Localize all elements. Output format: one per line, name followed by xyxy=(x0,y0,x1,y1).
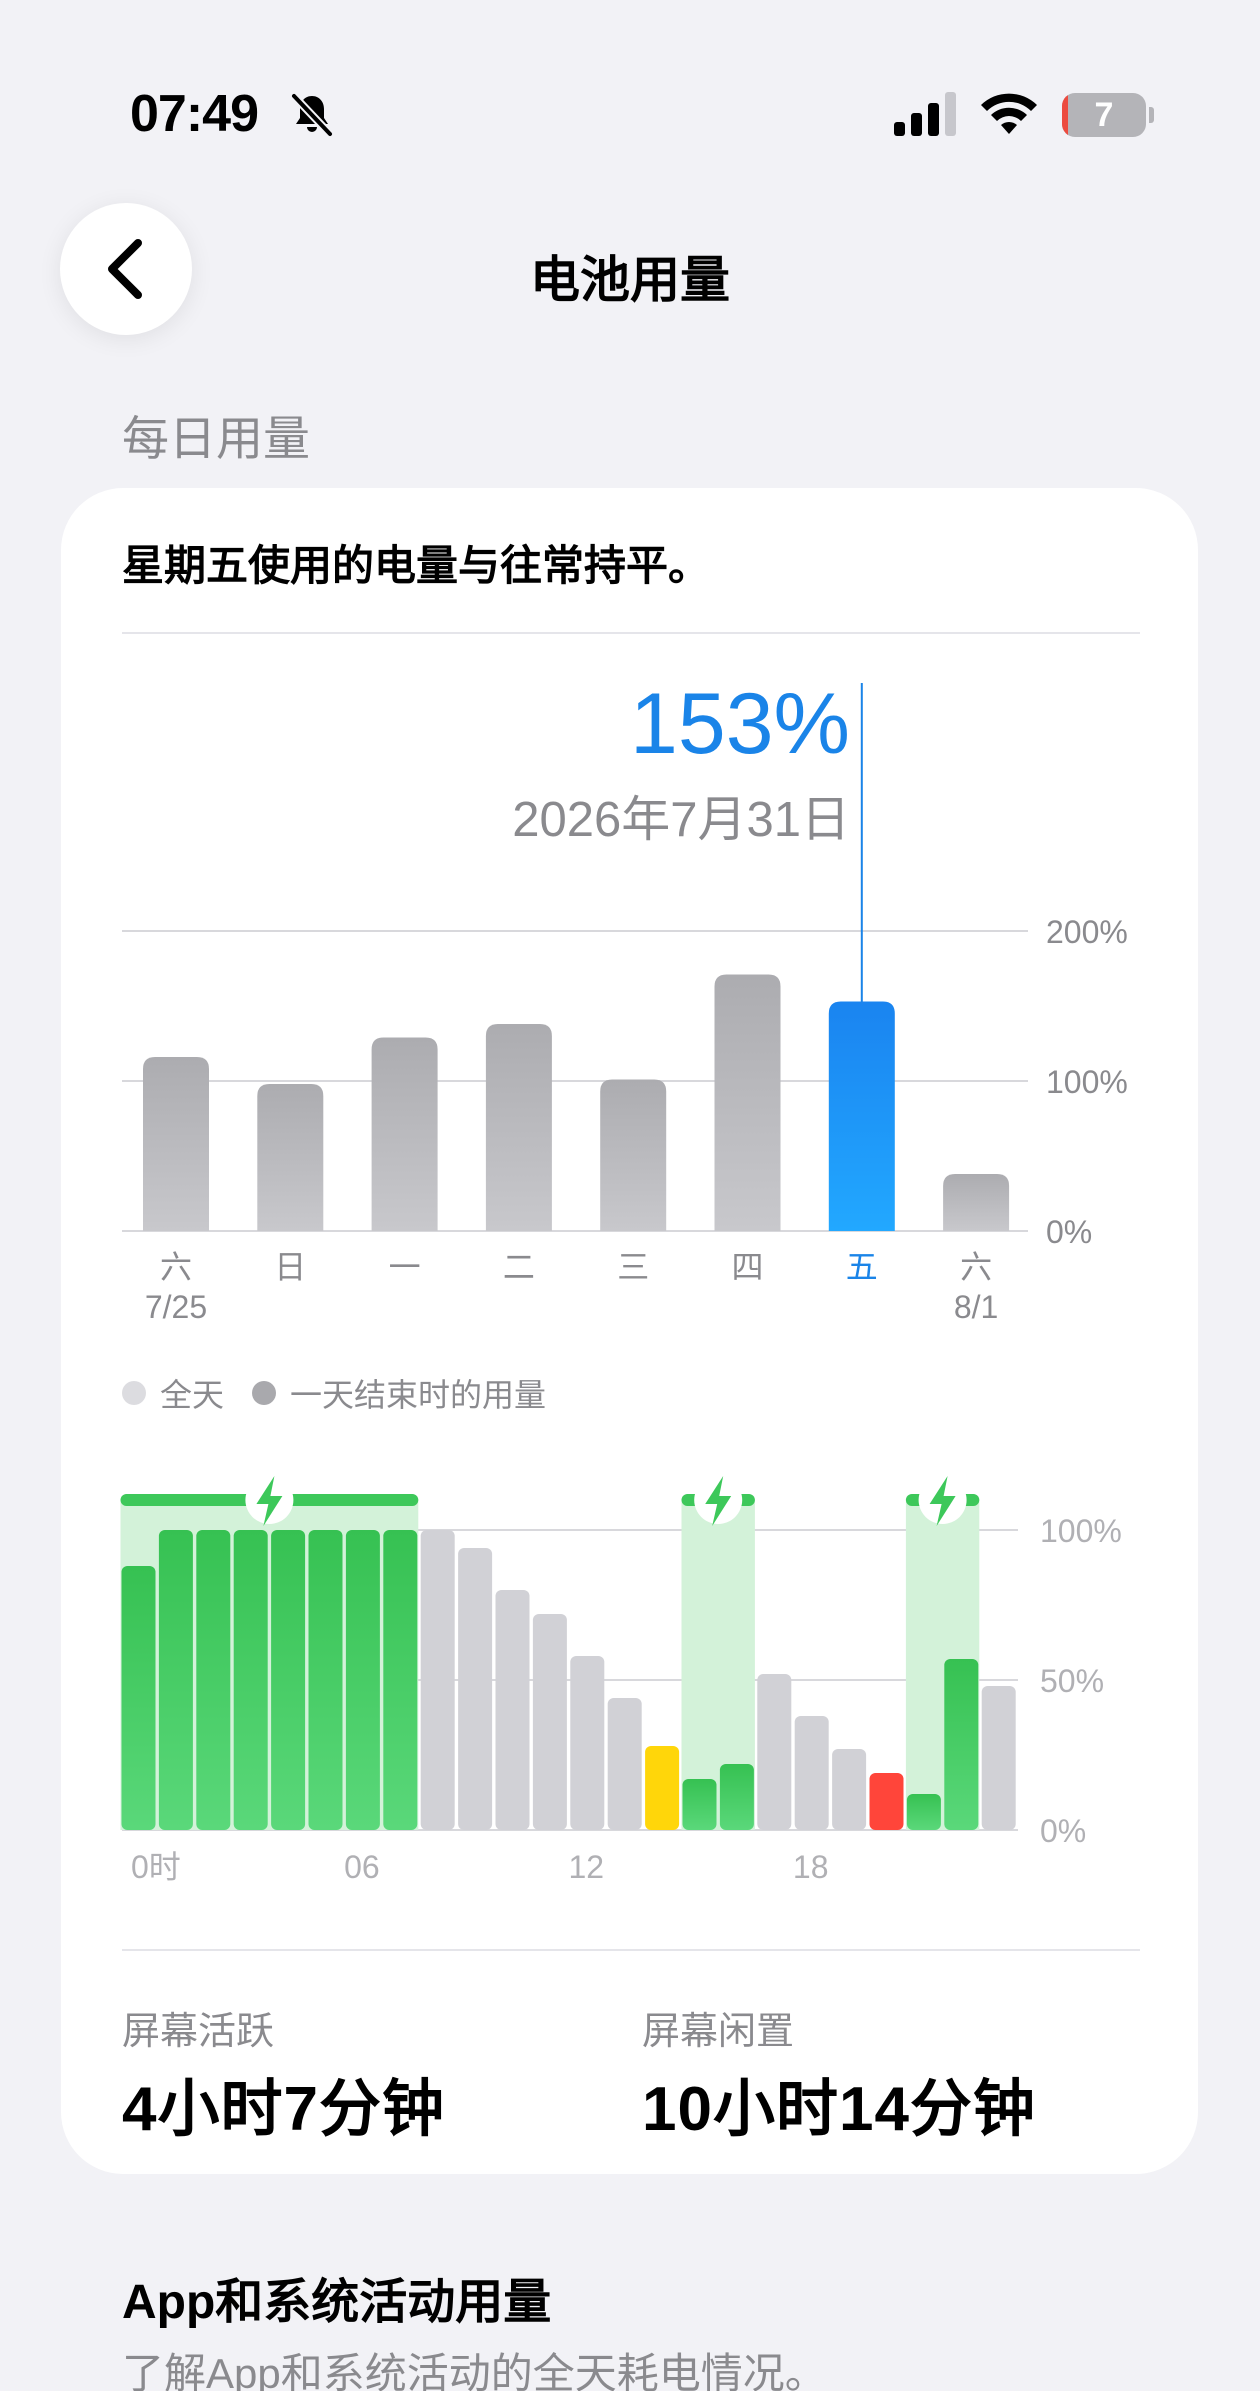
daily-x-date: 7/25 xyxy=(145,1289,207,1325)
hourly-bar xyxy=(794,1716,829,1830)
daily-bar xyxy=(485,1024,552,1231)
usage-charts: 200% 100% 0% 六 7/25 日 一 二 三 四 五 六 8/1 100% 50% 0% 0时 06 12… xyxy=(120,683,1128,1885)
daily-y-tick: 200% xyxy=(1046,914,1128,950)
daily-bar xyxy=(943,1174,1010,1231)
daily-x-tick: 六 xyxy=(960,1249,992,1285)
hourly-bar xyxy=(532,1614,567,1830)
hourly-y-tick: 50% xyxy=(1040,1663,1104,1699)
hourly-bar xyxy=(607,1698,642,1830)
chart-legend: 全天 一天结束时的用量 xyxy=(122,1370,546,1416)
hourly-bar xyxy=(158,1530,193,1830)
hourly-bar xyxy=(345,1530,380,1830)
hourly-x-tick: 18 xyxy=(793,1849,829,1885)
hourly-x-tick: 06 xyxy=(344,1849,380,1885)
app-activity-title: App和系统活动用量 xyxy=(122,2276,552,2329)
daily-bar xyxy=(600,1079,667,1231)
app-activity-description: 了解App和系统活动的全天耗电情况。 xyxy=(122,2350,827,2391)
daily-y-tick: 0% xyxy=(1046,1214,1092,1250)
hourly-bar xyxy=(869,1773,904,1830)
daily-x-tick: 一 xyxy=(389,1249,421,1285)
hourly-x-tick: 0时 xyxy=(131,1849,181,1885)
legend-end-of-day: 一天结束时的用量 xyxy=(290,1377,547,1413)
daily-bar xyxy=(143,1057,209,1231)
hourly-bar xyxy=(719,1764,754,1830)
daily-x-date: 8/1 xyxy=(954,1289,998,1325)
hourly-bar xyxy=(121,1566,156,1830)
hourly-bar xyxy=(420,1530,455,1830)
hourly-bar xyxy=(383,1530,418,1830)
hourly-bar xyxy=(944,1659,979,1830)
daily-x-tick: 日 xyxy=(274,1249,306,1285)
legend-dot-end-of-day xyxy=(252,1381,277,1405)
hourly-bar xyxy=(233,1530,268,1830)
daily-bar xyxy=(714,974,781,1231)
hourly-bar xyxy=(906,1794,941,1830)
daily-x-tick: 六 xyxy=(160,1249,192,1285)
hourly-bar xyxy=(757,1674,792,1830)
hourly-bar xyxy=(981,1686,1016,1830)
screen-active-value: 4小时7分钟 xyxy=(122,2075,445,2144)
screen-idle-value: 10小时14分钟 xyxy=(642,2075,1036,2144)
screen-idle-label: 屏幕闲置 xyxy=(642,2011,795,2053)
legend-all-day: 全天 xyxy=(160,1377,225,1413)
daily-bar xyxy=(371,1037,438,1231)
daily-y-tick: 100% xyxy=(1046,1064,1128,1100)
daily-x-tick: 五 xyxy=(846,1249,878,1285)
hourly-bar xyxy=(682,1779,717,1830)
hourly-x-tick: 12 xyxy=(569,1849,605,1885)
hourly-bar xyxy=(570,1656,605,1830)
hourly-bar xyxy=(458,1548,493,1830)
hourly-y-tick: 0% xyxy=(1040,1813,1086,1849)
daily-bar xyxy=(828,1001,895,1231)
hourly-bar xyxy=(196,1530,231,1830)
hourly-bar xyxy=(308,1530,343,1830)
screen-active-label: 屏幕活跃 xyxy=(122,2011,275,2053)
hourly-bar xyxy=(645,1746,680,1830)
hourly-bar xyxy=(271,1530,306,1830)
daily-x-tick: 四 xyxy=(731,1249,763,1285)
hourly-bar xyxy=(495,1590,530,1830)
daily-x-tick: 三 xyxy=(617,1249,649,1285)
legend-dot-all-day xyxy=(122,1381,146,1405)
daily-bar xyxy=(257,1084,324,1231)
hourly-y-tick: 100% xyxy=(1040,1513,1122,1549)
hourly-bar xyxy=(832,1749,867,1830)
daily-x-tick: 二 xyxy=(503,1249,535,1285)
divider xyxy=(122,1949,1140,1951)
